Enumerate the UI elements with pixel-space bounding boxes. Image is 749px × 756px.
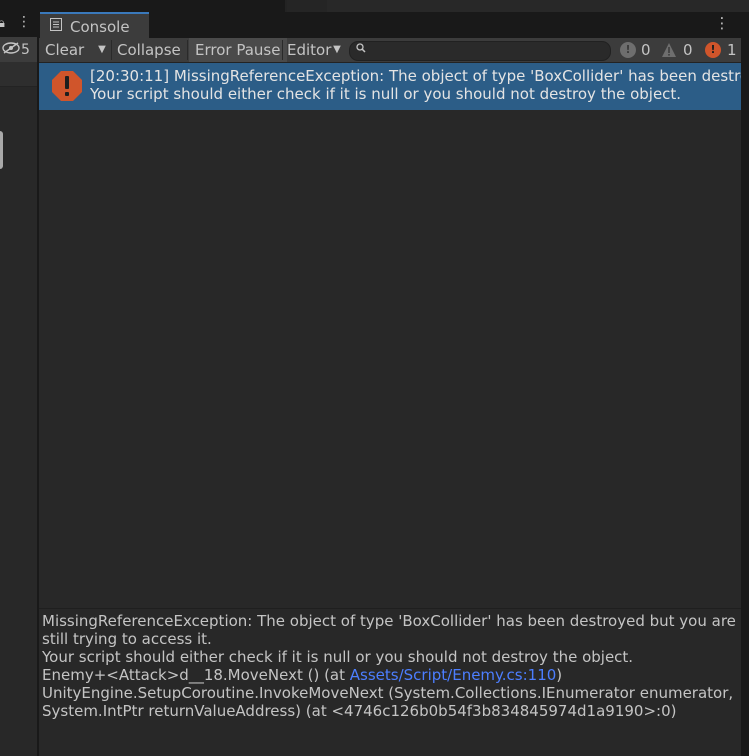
info-icon[interactable]: ! (620, 42, 636, 58)
search-input[interactable] (349, 41, 611, 61)
stack-trace: MissingReferenceException: The object of… (42, 612, 742, 720)
top-panel-right (327, 0, 749, 12)
clear-button[interactable]: Clear (45, 38, 84, 62)
warning-count[interactable]: 0 (683, 38, 693, 62)
log-message: [20:30:11] MissingReferenceException: Th… (90, 67, 742, 85)
toolbar-divider (111, 40, 112, 60)
toolbar-divider (187, 40, 188, 60)
console-toolbar: Clear ▼ Collapse Error Pause Editor ▼ ! … (39, 38, 742, 63)
log-message-secondary: Your script should either check if it is… (90, 85, 682, 103)
detail-line: UnityEngine.SetupCoroutine.InvokeMoveNex… (42, 684, 734, 720)
detail-line: MissingReferenceException: The object of… (42, 612, 736, 648)
error-icon (51, 70, 83, 102)
tab-console[interactable]: Console (40, 12, 149, 38)
log-list[interactable]: [20:30:11] MissingReferenceException: Th… (39, 63, 742, 608)
console-menu-icon[interactable]: ⋮ (714, 15, 730, 31)
toolbar-divider (282, 40, 283, 60)
source-link[interactable]: Assets/Script/Enemy.cs:110 (350, 666, 557, 684)
console-icon (50, 18, 62, 31)
chevron-down-icon[interactable]: ▼ (331, 38, 343, 62)
console-tabbar: Console (39, 12, 742, 38)
hierarchy-menu-icon[interactable]: ⋮ (17, 15, 31, 29)
search-icon (356, 43, 366, 56)
editor-dropdown[interactable]: Editor (287, 38, 331, 62)
detail-line: Enemy+<Attack>d__18.MoveNext () (at Asse… (42, 666, 742, 684)
warning-icon[interactable] (661, 42, 677, 58)
lock-icon[interactable]: 🔒︎ (0, 16, 5, 31)
log-count[interactable]: 0 (641, 38, 651, 62)
detail-text: ) (556, 666, 563, 684)
hidden-eye-icon[interactable] (2, 42, 20, 57)
collapse-button[interactable]: Collapse (117, 38, 181, 62)
detail-line: Your script should either check if it is… (42, 648, 634, 666)
hierarchy-row[interactable] (0, 62, 37, 87)
error-count[interactable]: 1 (727, 38, 737, 62)
hidden-count: 5 (21, 42, 30, 58)
clear-dropdown-icon[interactable]: ▼ (95, 38, 109, 62)
detail-text: Enemy+<Attack>d__18.MoveNext () (at (42, 666, 350, 684)
error-icon[interactable]: ! (705, 42, 721, 58)
top-panel-inner (287, 0, 327, 12)
list-item[interactable]: [20:30:11] MissingReferenceException: Th… (39, 63, 742, 110)
error-pause-button[interactable]: Error Pause (189, 38, 287, 62)
hierarchy-panel: 🔒︎ ⋮ 5 (0, 0, 37, 756)
console-window: Console Clear ▼ Collapse Error Pause Edi… (38, 12, 742, 756)
tab-label: Console (70, 18, 130, 36)
hierarchy-scrollbar[interactable] (0, 131, 3, 169)
details-panel: MissingReferenceException: The object of… (39, 609, 742, 756)
window-edge (741, 12, 749, 756)
